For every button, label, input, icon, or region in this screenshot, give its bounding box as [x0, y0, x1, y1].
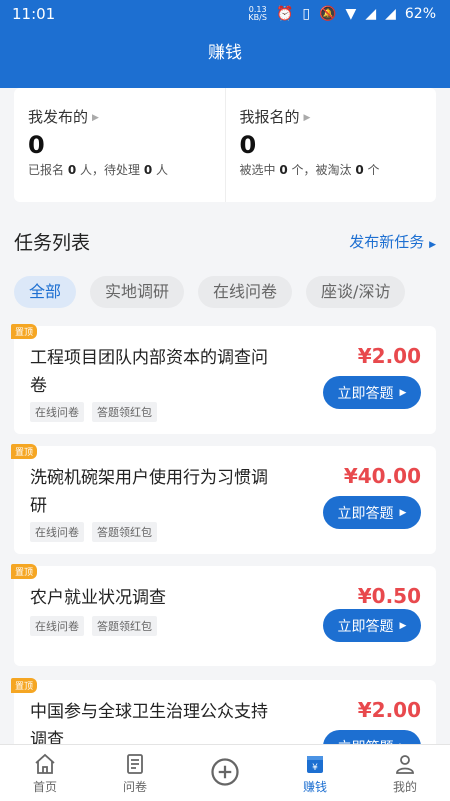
wifi-icon: ▼	[345, 6, 357, 22]
pinned-badge: 置顶	[11, 444, 38, 459]
task-tag: 在线问卷	[30, 616, 84, 636]
play-arrow-icon: ▶	[399, 387, 407, 398]
chevron-right-icon: ▶	[303, 113, 311, 123]
task-price: ¥40.00	[343, 464, 421, 488]
svg-text:¥: ¥	[312, 763, 318, 773]
task-price: ¥2.00	[357, 344, 421, 368]
chevron-right-icon: ▶	[92, 113, 99, 123]
answer-button[interactable]: 立即答题▶	[323, 609, 421, 642]
pinned-badge: 置顶	[11, 564, 38, 579]
chevron-right-icon: ▶	[429, 240, 436, 250]
app-header: 11:01 0.13 KB/S ⏰ ▯ 🔕 ▼ ◢ ◢ 62% 赚钱	[0, 0, 450, 88]
answer-button[interactable]: 立即答题▶	[323, 376, 421, 409]
signed-desc: 被选中 0 个，被淘汰 0 个	[239, 163, 380, 177]
task-title: 洗碗机碗架用户使用行为习惯调研	[30, 468, 268, 516]
signed-label: 我报名的	[239, 108, 300, 126]
task-tag: 答题领红包	[92, 616, 157, 636]
task-tag: 答题领红包	[92, 522, 157, 542]
task-card[interactable]: 置顶 洗碗机碗架用户使用行为习惯调研 ¥40.00 在线问卷 答题领红包 立即答…	[11, 444, 436, 554]
status-bar: 11:01 0.13 KB/S ⏰ ▯ 🔕 ▼ ◢ ◢ 62%	[0, 0, 450, 28]
battery-level: 62%	[404, 6, 436, 22]
task-tag: 在线问卷	[30, 402, 84, 422]
task-tag: 在线问卷	[30, 522, 84, 542]
tab-all[interactable]: 全部	[14, 276, 77, 308]
task-tag: 答题领红包	[92, 402, 157, 422]
signal-icon: ◢	[365, 6, 377, 22]
nav-add[interactable]	[180, 745, 270, 801]
published-label: 我发布的	[28, 108, 89, 126]
nav-home[interactable]: 首页	[0, 745, 90, 801]
page-title: 赚钱	[208, 43, 242, 63]
status-icons: 0.13 KB/S ⏰ ▯ 🔕 ▼ ◢ ◢ 62%	[248, 5, 436, 23]
tab-online-survey[interactable]: 在线问卷	[198, 276, 293, 308]
task-price: ¥0.50	[357, 584, 421, 608]
person-icon	[396, 754, 414, 774]
net-speed: 0.13 KB/S	[248, 5, 267, 22]
bottom-nav: 首页 问卷 ¥ 赚钱 我的	[0, 744, 450, 801]
home-icon	[35, 753, 55, 774]
wallet-icon: ¥	[307, 755, 323, 773]
task-list-title: 任务列表	[14, 232, 91, 254]
phone-icon: ▯	[302, 6, 311, 22]
task-card[interactable]: 置顶 工程项目团队内部资本的调查问卷 ¥2.00 在线问卷 答题领红包 立即答题…	[11, 324, 436, 434]
signal-icon-2: ◢	[385, 6, 396, 22]
category-tabs: 全部 实地调研 在线问卷 座谈/深访	[14, 276, 450, 308]
task-tags: 在线问卷 答题领红包	[30, 522, 157, 542]
stats-card: 我发布的 ▶ 0 已报名 0 人，待处理 0 人 我报名的 ▶ 0 被选中 0 个，…	[14, 88, 436, 202]
alarm-icon: ⏰	[275, 6, 294, 22]
published-desc: 已报名 0 人，待处理 0 人	[28, 163, 169, 177]
plus-circle-icon	[211, 758, 239, 786]
nav-mine[interactable]: 我的	[360, 745, 450, 801]
my-published[interactable]: 我发布的 ▶ 0 已报名 0 人，待处理 0 人	[14, 88, 225, 202]
status-time: 11:01	[12, 5, 56, 23]
answer-button[interactable]: 立即答题▶	[323, 496, 421, 529]
task-tags: 在线问卷 答题领红包	[30, 616, 157, 636]
task-title: 农户就业状况调查	[30, 588, 166, 608]
my-signed[interactable]: 我报名的 ▶ 0 被选中 0 个，被淘汰 0 个	[224, 88, 437, 202]
task-card[interactable]: 置顶 农户就业状况调查 ¥0.50 在线问卷 答题领红包 立即答题 ▶	[11, 564, 436, 666]
task-title: 工程项目团队内部资本的调查问卷	[30, 348, 268, 396]
signed-count: 0	[239, 131, 257, 159]
task-price: ¥2.00	[357, 698, 421, 722]
task-tags: 在线问卷 答题领红包	[30, 402, 157, 422]
nav-survey[interactable]: 问卷	[90, 745, 180, 801]
pinned-badge: 置顶	[11, 324, 38, 339]
tab-field-research[interactable]: 实地调研	[90, 276, 185, 308]
published-count: 0	[28, 131, 45, 159]
play-arrow-icon: ▶	[399, 620, 407, 631]
document-icon	[127, 753, 143, 774]
nav-earn[interactable]: ¥ 赚钱	[270, 745, 360, 801]
pinned-badge: 置顶	[11, 678, 38, 693]
publish-task-link[interactable]: 发布新任务 ▶	[349, 231, 436, 252]
tab-interview[interactable]: 座谈/深访	[306, 276, 406, 308]
play-arrow-icon: ▶	[399, 507, 407, 518]
task-list-header: 任务列表 发布新任务 ▶	[14, 228, 436, 255]
mute-icon: 🔕	[319, 6, 337, 22]
